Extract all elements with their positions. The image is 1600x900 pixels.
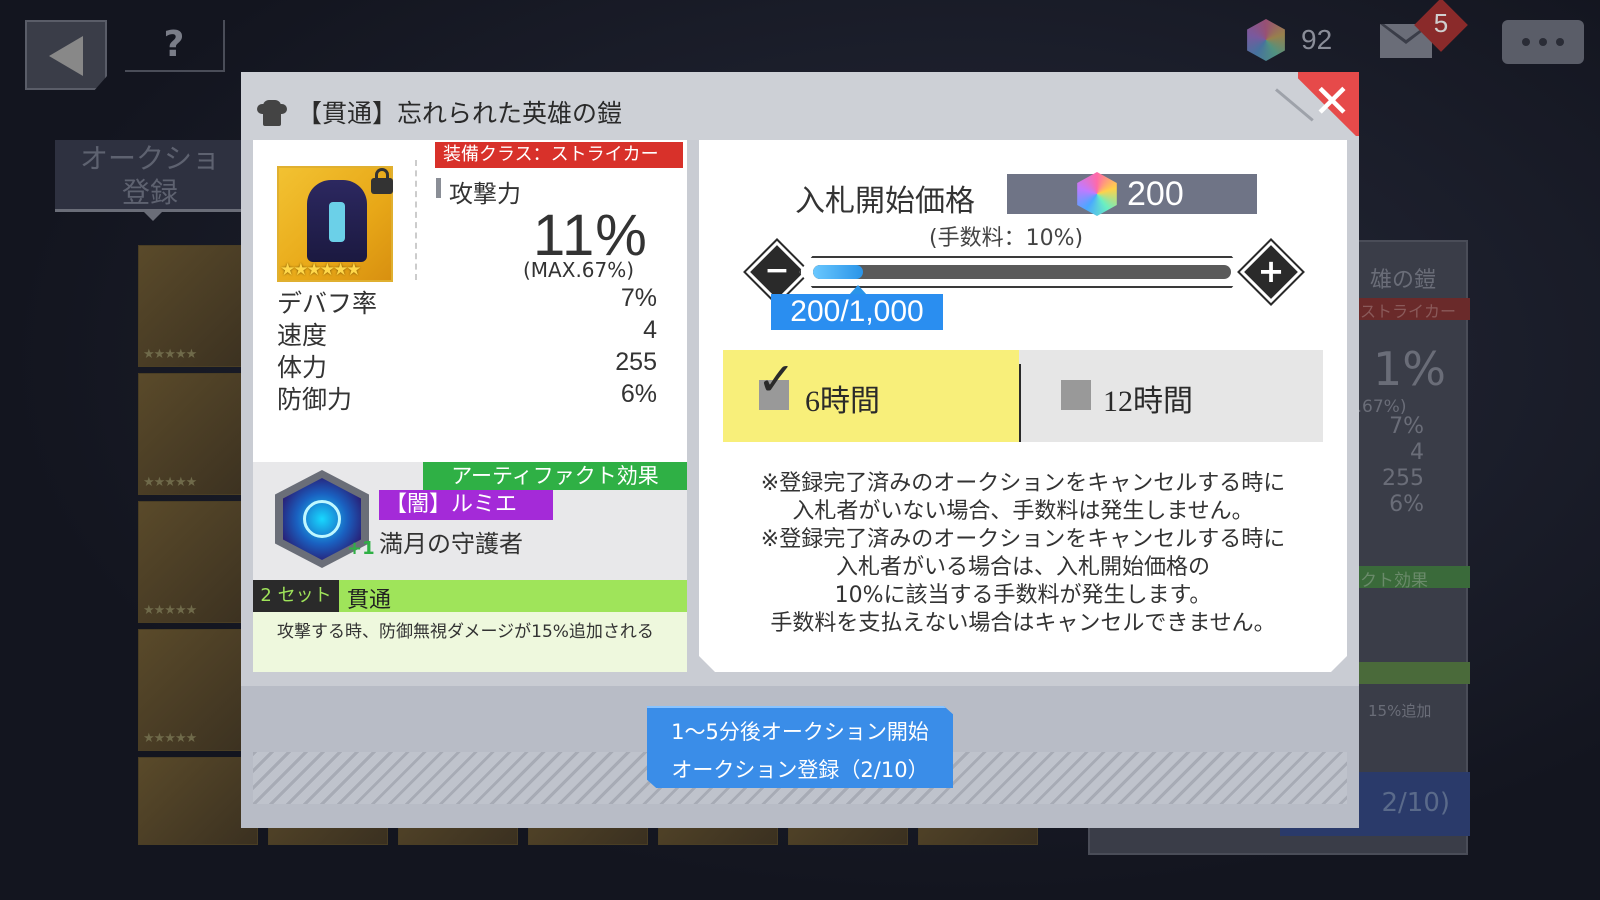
inventory-item[interactable]: ★★★★★ bbox=[138, 373, 258, 495]
slider-fill bbox=[813, 265, 864, 279]
set-effect-bar: 2 セット 貫通 bbox=[253, 580, 687, 613]
artifact-level: +1 bbox=[347, 538, 375, 559]
gem-icon bbox=[1077, 172, 1117, 216]
slider-value: 200/1,000 bbox=[771, 294, 943, 330]
back-button[interactable] bbox=[25, 20, 107, 90]
target-icon bbox=[303, 500, 341, 538]
duration-selector: ✓ 6時間 12時間 bbox=[723, 350, 1323, 442]
duration-option-12h[interactable]: 12時間 bbox=[1021, 350, 1323, 442]
minus-icon[interactable]: − bbox=[755, 250, 799, 294]
price-slider[interactable] bbox=[799, 256, 1245, 288]
set-count-tag: 2 セット bbox=[253, 580, 339, 612]
set-name: 貫通 bbox=[347, 588, 392, 613]
main-stat-label: 攻撃力 bbox=[449, 180, 521, 208]
equip-class-tag: 装備クラス：ストライカー bbox=[435, 142, 683, 168]
item-stars: ★★★★★★ bbox=[280, 260, 361, 280]
tab-label-line1: オークショ bbox=[79, 142, 220, 175]
mail-badge-count: 5 bbox=[1433, 8, 1449, 38]
gem-icon bbox=[1247, 19, 1285, 61]
gem-count: 92 bbox=[1301, 24, 1333, 55]
stat-row: 体力 255 bbox=[277, 348, 657, 382]
tab-pointer-icon bbox=[143, 211, 163, 221]
fee-note: (手数料：10%) bbox=[929, 226, 1084, 251]
start-price-box: 200 bbox=[1007, 172, 1257, 216]
chat-dot-icon bbox=[1522, 38, 1530, 46]
auction-register-tab[interactable]: オークショ 登録 bbox=[55, 140, 245, 221]
lock-icon[interactable] bbox=[371, 168, 393, 194]
auction-settings-card: 入札開始価格 200 (手数料：10%) − + 200/1,000 ✓ 6時間 bbox=[699, 140, 1347, 672]
chat-button[interactable] bbox=[1502, 20, 1584, 64]
item-detail-card: ★★★★★★ 装備クラス：ストライカー 攻撃力 11% (MAX.67%) デバ… bbox=[253, 140, 687, 672]
inventory-item[interactable]: ★★★★★ bbox=[138, 501, 258, 623]
plus-icon[interactable]: + bbox=[1249, 250, 1293, 294]
help-button[interactable]: ? bbox=[125, 20, 225, 72]
artifact-effect-tag: アーティファクト効果 bbox=[423, 462, 687, 490]
robe-icon bbox=[307, 180, 367, 262]
close-icon[interactable]: ✕ bbox=[1305, 74, 1359, 128]
stat-row: 防御力 6% bbox=[277, 380, 657, 414]
modal-title: 【貫通】忘れられた英雄の鎧 bbox=[297, 99, 623, 128]
start-price-value: 200 bbox=[1127, 175, 1184, 213]
artifact-effect: アーティファクト効果 +1 【闇】ルミエ 満月の守護者 bbox=[253, 462, 687, 580]
inventory-item[interactable] bbox=[138, 757, 258, 845]
start-price-label: 入札開始価格 bbox=[795, 184, 975, 219]
inventory-item[interactable]: ★★★★★ bbox=[138, 629, 258, 751]
set-effect-description: 攻撃する時、防御無視ダメージが15%追加される bbox=[253, 612, 687, 672]
checkbox bbox=[1061, 380, 1091, 410]
tab-label-line2: 登録 bbox=[121, 176, 178, 209]
main-stat-max: (MAX.67%) bbox=[523, 258, 635, 282]
artifact-name: 【闇】ルミエ bbox=[379, 490, 553, 520]
artifact-subtitle: 満月の守護者 bbox=[379, 530, 523, 558]
auction-register-modal: 【貫通】忘れられた英雄の鎧 ✕ ★★★★★★ 装備クラス：ストライカー 攻撃力 … bbox=[241, 72, 1359, 828]
back-arrow-icon bbox=[49, 36, 83, 76]
chat-dot-icon bbox=[1539, 38, 1547, 46]
duration-option-6h[interactable]: ✓ 6時間 bbox=[723, 350, 1019, 442]
modal-header: 【貫通】忘れられた英雄の鎧 bbox=[241, 72, 1359, 140]
cancel-fee-notice: ※登録完了済みのオークションをキャンセルする時に 入札者がいない場合、手数料は発… bbox=[760, 471, 1286, 636]
check-icon: ✓ bbox=[757, 352, 796, 406]
gem-currency: 92 bbox=[1245, 18, 1332, 62]
inventory-item[interactable]: ★★★★★ bbox=[138, 245, 258, 367]
auction-register-button[interactable]: 1〜5分後オークション開始 オークション登録（2/10） bbox=[647, 706, 953, 788]
modal-footer: 1〜5分後オークション開始 オークション登録（2/10） bbox=[241, 686, 1359, 828]
chat-dot-icon bbox=[1556, 38, 1564, 46]
stat-row: 速度 4 bbox=[277, 316, 657, 350]
armor-icon bbox=[257, 100, 287, 126]
stat-row: デバフ率 7% bbox=[277, 284, 657, 318]
